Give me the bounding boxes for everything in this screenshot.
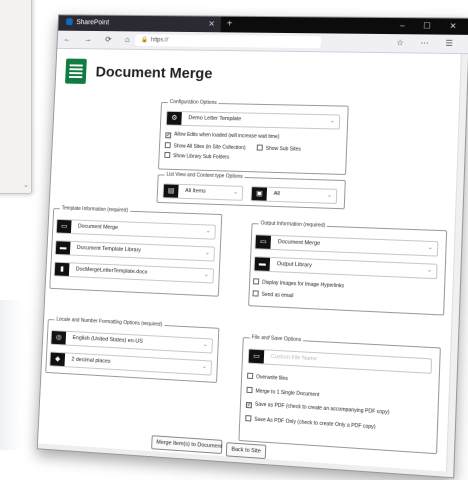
- file-save-legend: File and Save Options: [251, 334, 302, 344]
- content-type-select-value: All: [273, 190, 280, 198]
- checkbox-icon: [164, 151, 171, 159]
- checkbox-icon: [256, 144, 263, 151]
- sharepoint-icon: [65, 18, 73, 26]
- checkbox-icon: [252, 290, 259, 297]
- locale-legend: Locale and Number Formatting Options (re…: [56, 316, 163, 328]
- template-file-value: DocMergeLetterTemplate.docx: [75, 266, 148, 276]
- content-type-icon: ▣: [251, 187, 268, 201]
- file-icon: ▮: [54, 262, 70, 276]
- configuration-legend: Configuration Options: [169, 99, 217, 106]
- browser-tab[interactable]: SharePoint ✕: [58, 15, 222, 33]
- site-icon: ▭: [56, 219, 72, 234]
- chevron-down-icon: ⌄: [329, 118, 336, 125]
- url-text: https://: [150, 37, 169, 44]
- checkbox-icon: [253, 278, 260, 285]
- template-info-legend: Template Information (required): [61, 205, 129, 214]
- checkbox-icon: [245, 415, 252, 422]
- new-tab-button[interactable]: +: [226, 17, 232, 33]
- chevron-down-icon: ⌄: [204, 250, 210, 257]
- tab-title: SharePoint: [76, 19, 110, 27]
- checkbox-icon: [247, 372, 254, 380]
- close-tab-icon[interactable]: ✕: [208, 17, 215, 33]
- show-sub-sites-checkbox[interactable]: Show Sub Sites: [256, 144, 302, 153]
- window-controls[interactable]: – ☐ ✕: [400, 18, 465, 35]
- checkbox-icon: [246, 386, 253, 394]
- page-content: Document Merge Configuration Options ⚙ D…: [37, 48, 468, 478]
- template-icon: ⚙: [166, 111, 182, 125]
- show-sub-sites-label: Show Sub Sites: [265, 145, 302, 153]
- background-panel: [0, 300, 22, 450]
- template-site-value: Document Merge: [77, 223, 119, 231]
- background-sharepoint-window: ⌄: [0, 0, 32, 194]
- library-icon: ▬: [254, 257, 271, 271]
- number-icon: ◆: [50, 352, 66, 367]
- custom-file-name-placeholder: Custom File Name: [270, 353, 318, 363]
- template-select-value: Demo Letter Template: [188, 115, 242, 123]
- list-view-legend: List View and Content type Options: [166, 171, 243, 180]
- site-icon: ▭: [255, 235, 272, 249]
- chevron-down-icon: ⌄: [205, 228, 211, 235]
- checkbox-icon: [164, 142, 171, 149]
- view-icon: ▤: [163, 184, 179, 198]
- checkbox-icon: ✓: [245, 401, 253, 409]
- view-select[interactable]: ▤ All Items ⌄: [162, 183, 244, 201]
- app-logo-icon: [65, 58, 87, 84]
- decimal-places-value: 2 decimal places: [71, 356, 111, 365]
- lock-icon: 🔒: [140, 37, 149, 44]
- file-name-icon: ▭: [248, 349, 265, 364]
- browser-window: SharePoint ✕ + – ☐ ✕ ← → ⟳ ⌂ 🔒 https:// ☆…: [36, 14, 468, 479]
- chevron-down-icon: ⌄: [427, 244, 434, 252]
- vertical-scrollbar[interactable]: [445, 54, 468, 478]
- globe-icon: ◎: [51, 331, 67, 345]
- chevron-down-icon: ⌄: [23, 182, 29, 189]
- address-bar[interactable]: 🔒 https://: [134, 34, 322, 49]
- nav-buttons[interactable]: ← → ⟳ ⌂: [63, 35, 135, 45]
- view-select-value: All Items: [185, 188, 206, 195]
- chevron-down-icon: ⌄: [232, 189, 239, 196]
- page-title: Document Merge: [95, 63, 213, 83]
- toolbar-icons[interactable]: ☆ ⋯ ☰: [396, 38, 460, 48]
- template-library-value: Document Template Library: [76, 245, 142, 254]
- locale-value: English (United States) en-US: [72, 335, 143, 345]
- checkbox-icon: ✓: [165, 132, 172, 139]
- allow-edits-label: Allow Edits when loaded (will increase w…: [173, 131, 280, 141]
- library-icon: ▬: [55, 241, 71, 255]
- output-info-legend: Output Information (required): [260, 220, 326, 229]
- chevron-down-icon: ⌄: [326, 192, 333, 199]
- chevron-down-icon: ⌄: [201, 364, 207, 371]
- chevron-down-icon: ⌄: [202, 342, 208, 349]
- chevron-down-icon: ⌄: [426, 267, 433, 274]
- chevron-down-icon: ⌄: [203, 272, 209, 279]
- output-site-value: Document Merge: [277, 239, 321, 247]
- output-library-value: Output Library: [276, 261, 312, 269]
- content-type-select[interactable]: ▣ All ⌄: [250, 186, 338, 204]
